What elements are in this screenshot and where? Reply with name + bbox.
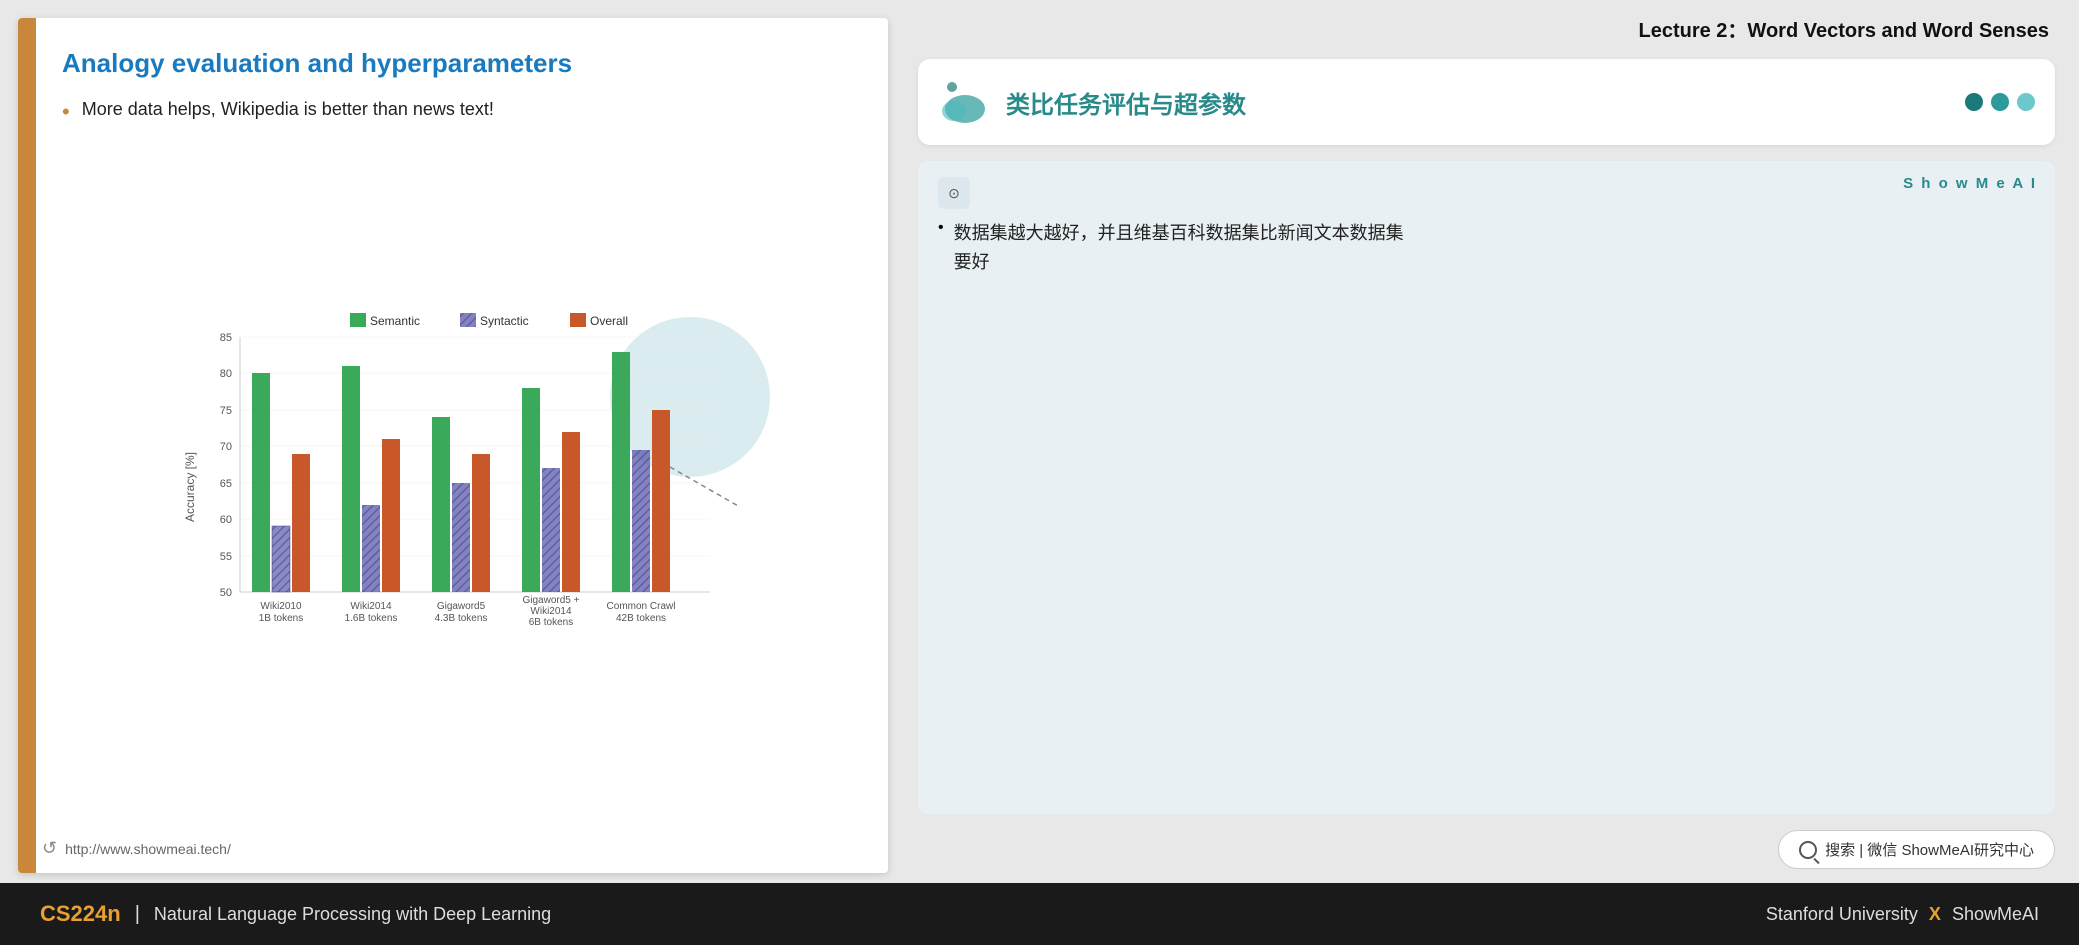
search-icon [1799, 841, 1817, 859]
footer-url: http://www.showmeai.tech/ [65, 841, 231, 857]
dot-3 [2017, 93, 2035, 111]
topic-icon [938, 75, 992, 129]
chart-wrapper: Accuracy [%] 50 55 [180, 307, 740, 647]
svg-text:50: 50 [220, 587, 232, 599]
translation-bullet: • 数据集越大越好，并且维基百科数据集比新闻文本数据集 要好 [938, 219, 2035, 277]
bar-commoncrawl-semantic [612, 352, 630, 592]
dot-1 [1965, 93, 1983, 111]
bottom-left: CS224n | Natural Language Processing wit… [40, 901, 551, 927]
svg-text:Wiki2014: Wiki2014 [350, 601, 392, 612]
x-separator: X [1929, 904, 1941, 924]
bar-wiki2010-semantic [252, 373, 270, 592]
translation-card: S h o w M e A I ⊙ • 数据集越大越好，并且维基百科数据集比新闻… [918, 161, 2055, 814]
translation-line1: 数据集越大越好，并且维基百科数据集比新闻文本数据集 [954, 223, 1404, 243]
svg-text:85: 85 [220, 332, 232, 344]
slide-left-bar [18, 18, 36, 873]
legend-syntactic-hatch [460, 313, 476, 327]
dot-2 [1991, 93, 2009, 111]
hatch-2 [362, 505, 380, 592]
search-bar-container: 搜索 | 微信 ShowMeAI研究中心 [918, 830, 2055, 873]
course-name: Natural Language Processing with Deep Le… [154, 904, 551, 925]
showmeai-badge: S h o w M e A I [1903, 175, 2037, 192]
bar-chart: Accuracy [%] 50 55 [180, 307, 740, 637]
bar-wiki2014-semantic [342, 366, 360, 592]
legend-overall-swatch [570, 313, 586, 327]
y-axis-label: Accuracy [%] [183, 452, 197, 522]
svg-text:Common Crawl: Common Crawl [607, 601, 676, 612]
svg-text:60: 60 [220, 514, 232, 526]
svg-text:6B tokens: 6B tokens [529, 617, 573, 628]
topic-title-cn: 类比任务评估与超参数 [1006, 85, 1246, 120]
legend-overall-label: Overall [590, 314, 628, 328]
legend-syntactic-label: Syntactic [480, 314, 529, 328]
bar-wiki2014-overall [382, 439, 400, 592]
svg-text:Wiki2010: Wiki2010 [260, 601, 302, 612]
svg-text:65: 65 [220, 478, 232, 490]
svg-text:55: 55 [220, 551, 232, 563]
svg-text:80: 80 [220, 368, 232, 380]
bar-gigaword5-overall [472, 454, 490, 592]
svg-text:4.3B tokens: 4.3B tokens [435, 613, 488, 624]
svg-text:42B tokens: 42B tokens [616, 613, 666, 624]
svg-text:70: 70 [220, 441, 232, 453]
svg-text:Gigaword5: Gigaword5 [437, 601, 486, 612]
translation-text: 数据集越大越好，并且维基百科数据集比新闻文本数据集 要好 [954, 219, 1404, 277]
hatch-4 [542, 468, 560, 592]
translation-line2: 要好 [954, 252, 990, 272]
svg-text:Wiki2014: Wiki2014 [530, 606, 572, 617]
bar-gigaword5-semantic [432, 417, 450, 592]
divider: | [135, 903, 140, 926]
bullet-text: More data helps, Wikipedia is better tha… [82, 99, 494, 120]
bullet-marker: • [938, 219, 944, 237]
ai-icon: ⊙ [938, 177, 970, 209]
bottom-bar: CS224n | Natural Language Processing wit… [0, 883, 2079, 945]
chart-container: Accuracy [%] 50 55 [62, 145, 858, 808]
slide-footer: ↺ http://www.showmeai.tech/ [18, 828, 888, 873]
bar-commoncrawl-overall [652, 410, 670, 592]
bottom-right: Stanford University X ShowMeAI [1766, 904, 2039, 925]
stanford-text: Stanford University [1766, 904, 1918, 924]
topic-card: 类比任务评估与超参数 [918, 59, 2055, 145]
legend-semantic-swatch [350, 313, 366, 327]
showmeai-footer: ShowMeAI [1952, 904, 2039, 924]
svg-text:1.6B tokens: 1.6B tokens [345, 613, 398, 624]
bar-gigaword5wiki-semantic [522, 388, 540, 592]
svg-text:1B tokens: 1B tokens [259, 613, 303, 624]
bar-gigaword5wiki-overall [562, 432, 580, 592]
lecture-title: Lecture 2：Word Vectors and Word Senses [918, 14, 2055, 43]
right-panel: Lecture 2：Word Vectors and Word Senses 类… [908, 0, 2079, 883]
slide-panel: Analogy evaluation and hyperparameters •… [18, 18, 888, 873]
bullet-point: • More data helps, Wikipedia is better t… [62, 99, 858, 125]
connector-line [670, 467, 740, 507]
hatch-5 [632, 450, 650, 592]
svg-text:Gigaword5 +: Gigaword5 + [523, 595, 580, 606]
hatch-3 [452, 483, 470, 592]
search-text: 搜索 | 微信 ShowMeAI研究中心 [1825, 839, 2034, 860]
footer-icon: ↺ [42, 838, 57, 859]
hatch-1 [272, 526, 290, 592]
svg-text:75: 75 [220, 405, 232, 417]
dots-row [1965, 93, 2035, 111]
bullet-dot: • [62, 99, 70, 125]
slide-title: Analogy evaluation and hyperparameters [62, 48, 858, 79]
legend-semantic-label: Semantic [370, 314, 420, 328]
cs224n-label: CS224n [40, 901, 121, 927]
search-bar[interactable]: 搜索 | 微信 ShowMeAI研究中心 [1778, 830, 2055, 869]
bar-wiki2010-overall [292, 454, 310, 592]
